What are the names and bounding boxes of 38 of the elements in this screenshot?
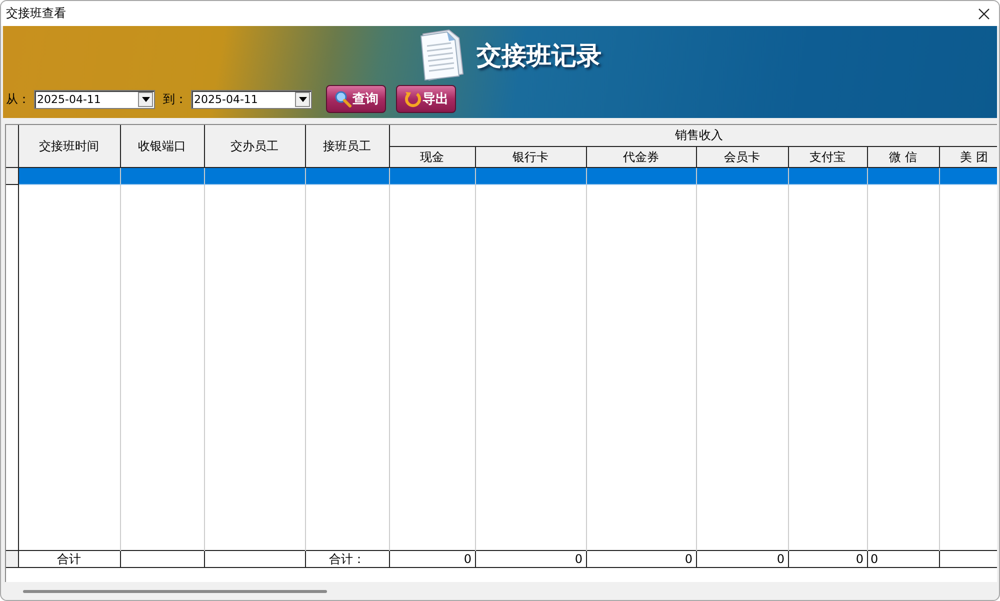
table-row[interactable]	[6, 167, 997, 184]
footer-cell: 0	[867, 550, 939, 568]
from-label: 从：	[6, 90, 30, 108]
banner-title: 交接班记录	[476, 40, 602, 72]
circular-arrow-icon	[404, 90, 422, 108]
from-date-field[interactable]: 2025-04-11	[34, 90, 155, 108]
search-button[interactable]: 查询	[326, 85, 386, 113]
export-button[interactable]: 导出	[396, 85, 456, 113]
column-header: 交办员工	[204, 124, 305, 168]
footer-cell: 0	[475, 550, 586, 568]
group-header: 销售收入	[389, 124, 997, 146]
footer-cell: 0	[696, 550, 788, 568]
footer-cell: 0	[389, 550, 475, 568]
scrollbar-thumb[interactable]	[23, 590, 327, 593]
column-header: 代金券	[586, 146, 696, 168]
footer-cell: 0	[788, 550, 867, 568]
footer-cell	[939, 550, 997, 568]
column-header: 微 信	[867, 146, 939, 168]
document-icon	[418, 28, 464, 82]
footer-cell: 合计：	[305, 550, 389, 568]
column-header: 美 团	[939, 146, 997, 168]
footer-cell: 0	[586, 550, 696, 568]
column-header: 现金	[389, 146, 475, 168]
column-header: 收银端口	[120, 124, 204, 168]
window-title: 交接班查看	[5, 5, 66, 22]
dropdown-arrow-icon	[298, 96, 306, 102]
search-icon	[334, 90, 352, 108]
footer-cell: 合计	[18, 550, 120, 568]
close-icon	[978, 8, 990, 20]
column-header: 接班员工	[305, 124, 389, 168]
column-header: 银行卡	[475, 146, 586, 168]
column-header: 会员卡	[696, 146, 788, 168]
to-label: 到：	[163, 90, 187, 108]
row-header-corner	[6, 124, 18, 168]
to-date-field[interactable]: 2025-04-11	[191, 90, 312, 108]
dropdown-arrow-icon	[142, 96, 150, 102]
column-header: 支付宝	[788, 146, 867, 168]
column-header: 交接班时间	[18, 124, 120, 168]
